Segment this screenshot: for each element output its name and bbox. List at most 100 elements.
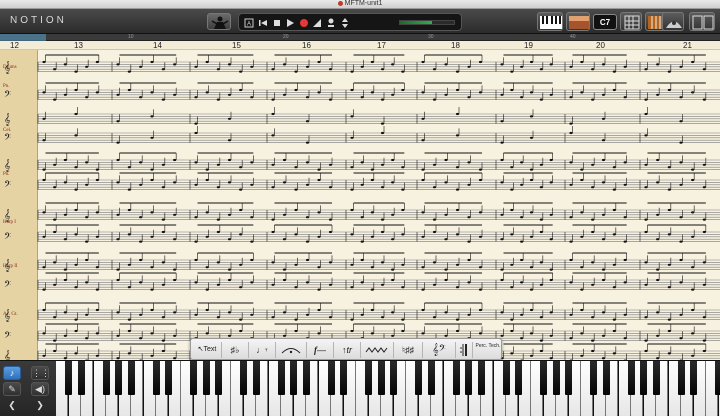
black-key[interactable] (202, 361, 210, 395)
accidentals-tool[interactable]: ♮♯♯ (396, 342, 420, 358)
chord-grid-button[interactable] (620, 12, 642, 31)
black-key[interactable] (690, 361, 697, 395)
keyboard-view-button[interactable] (537, 12, 563, 31)
black-key[interactable] (277, 361, 285, 395)
black-key[interactable] (102, 361, 110, 395)
black-key[interactable] (377, 361, 385, 395)
black-key[interactable] (115, 361, 122, 395)
stop-button[interactable] (272, 17, 282, 29)
note-head (401, 318, 405, 321)
note-head (350, 188, 354, 191)
black-key[interactable] (502, 361, 510, 395)
black-key[interactable] (677, 361, 685, 395)
black-key[interactable] (240, 361, 247, 395)
black-key[interactable] (252, 361, 260, 395)
percussion-technique-tool[interactable]: Perc. Tech. (475, 343, 501, 359)
timeline-ruler[interactable]: 10 20 30 40 (0, 34, 720, 41)
black-key[interactable] (565, 361, 572, 395)
black-key[interactable] (627, 361, 635, 395)
black-key[interactable] (640, 361, 647, 395)
note-head (95, 91, 99, 94)
note-head (510, 233, 514, 236)
note-head (328, 316, 333, 319)
document-icon (337, 0, 343, 6)
black-key[interactable] (165, 361, 172, 395)
black-key[interactable] (602, 361, 610, 395)
note-head (127, 188, 131, 191)
next-button[interactable]: ❯ (31, 399, 49, 413)
piano-keyboard[interactable] (56, 361, 720, 416)
black-key[interactable] (327, 361, 335, 395)
metronome-button[interactable] (326, 17, 336, 29)
black-key[interactable] (190, 361, 197, 395)
note-head (623, 313, 627, 316)
glissando-tool[interactable] (363, 342, 391, 358)
note-head (173, 278, 177, 282)
note-head (601, 268, 606, 271)
note-head (667, 286, 671, 289)
note-head (74, 188, 78, 191)
volume-button[interactable] (312, 17, 322, 29)
conductor-button[interactable] (207, 13, 231, 30)
black-key[interactable] (290, 361, 297, 395)
panel-layout-button[interactable] (689, 12, 715, 31)
note-head (679, 161, 683, 164)
instrument-view-button[interactable] (566, 12, 590, 31)
black-key[interactable] (65, 361, 72, 395)
text-tool[interactable]: ↖Text (194, 342, 220, 358)
black-key[interactable] (477, 361, 485, 395)
black-key[interactable] (415, 361, 422, 395)
chord-symbol-button[interactable]: C7 (593, 14, 617, 30)
black-key[interactable] (715, 361, 720, 395)
note-head (205, 168, 209, 171)
note-head (612, 329, 616, 333)
loop-button[interactable]: A (244, 17, 254, 29)
note-head (42, 139, 46, 142)
black-key[interactable] (152, 361, 160, 395)
grid-entry-mode-button[interactable]: ⋮⋮ (31, 366, 50, 380)
tempo-stepper[interactable] (340, 17, 350, 29)
mixer-button[interactable] (662, 12, 684, 31)
black-key[interactable] (127, 361, 135, 395)
black-key[interactable] (77, 361, 85, 395)
note-head (139, 65, 143, 68)
black-key[interactable] (552, 361, 560, 395)
dynamics-tool[interactable]: f— (309, 342, 331, 358)
black-key[interactable] (215, 361, 222, 395)
pencil-button[interactable]: ✎ (3, 382, 21, 396)
trill-tool[interactable]: ↑tr (336, 342, 358, 358)
black-key[interactable] (590, 361, 597, 395)
black-key[interactable] (540, 361, 547, 395)
sharp-flat-tool[interactable]: ♯♭ (224, 342, 246, 358)
black-key[interactable] (302, 361, 310, 395)
fermata-tool[interactable] (278, 342, 304, 358)
score-area[interactable]: Drums Pn. Cel. Pn. Harp I Harp II Ac. Gt… (0, 50, 720, 360)
black-key[interactable] (515, 361, 522, 395)
rewind-button[interactable] (258, 17, 268, 29)
treble-clef: 𝄞 (4, 350, 11, 360)
note-head (282, 334, 287, 337)
clef-tool[interactable]: 𝄞𝄢 (425, 342, 453, 358)
note-head (601, 357, 606, 360)
note-head (644, 112, 648, 116)
record-button[interactable] (299, 17, 309, 29)
note-head (161, 339, 165, 342)
black-key[interactable] (452, 361, 460, 395)
note-head (53, 230, 57, 234)
black-key[interactable] (465, 361, 472, 395)
note-head (305, 120, 310, 123)
black-key[interactable] (340, 361, 347, 395)
note-head (478, 266, 483, 269)
black-key[interactable] (365, 361, 372, 395)
rest-tool[interactable]: ♩𝄾 (251, 342, 273, 358)
note-head (444, 181, 448, 184)
barline-tool[interactable] (458, 342, 470, 358)
note-entry-mode-button[interactable]: ♪ (3, 366, 21, 380)
note-head (500, 311, 504, 314)
speaker-button[interactable]: ◀) (31, 382, 49, 396)
previous-button[interactable]: ❮ (3, 399, 21, 413)
black-key[interactable] (427, 361, 435, 395)
play-button[interactable] (285, 17, 295, 29)
black-key[interactable] (652, 361, 660, 395)
black-key[interactable] (390, 361, 397, 395)
